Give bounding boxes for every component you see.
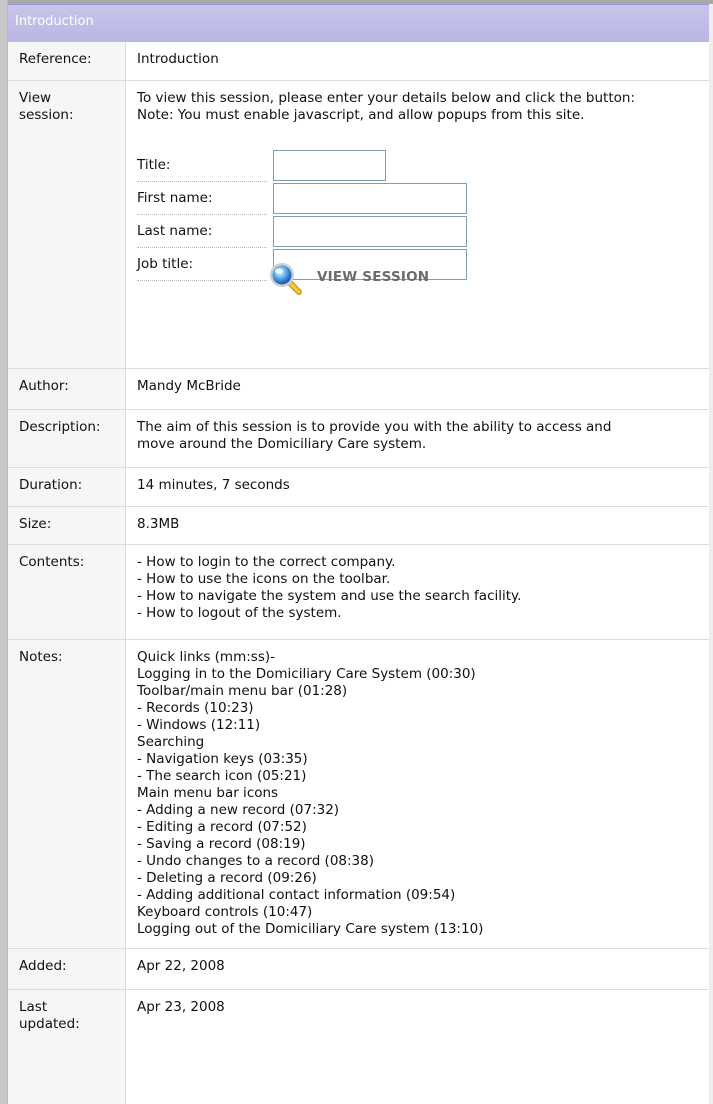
magnifier-icon (270, 263, 302, 295)
view-session-label-line1: View (19, 90, 52, 106)
size-label: Size: (8, 507, 126, 544)
row-size: Size: 8.3MB (8, 507, 709, 545)
last-updated-value: Apr 23, 2008 (137, 999, 225, 1015)
contents-item: - How to login to the correct company. (137, 554, 396, 570)
row-added: Added: Apr 22, 2008 (8, 949, 709, 990)
row-description: Description: The aim of this session is … (8, 410, 709, 468)
panel-title: Introduction (15, 14, 94, 29)
last-name-field-row: Last name: (137, 216, 267, 248)
view-session-content: To view this session, please enter your … (137, 90, 705, 360)
notes-line: - Navigation keys (03:35) (137, 751, 308, 767)
notes-line: Main menu bar icons (137, 785, 279, 801)
notes-line: - Deleting a record (09:26) (137, 870, 317, 886)
added-value: Apr 22, 2008 (137, 958, 225, 974)
notes-list: Quick links (mm:ss)- Logging in to the D… (137, 649, 705, 938)
added-label: Added: (8, 949, 126, 989)
job-title-field-label: Job title: (137, 256, 194, 272)
view-session-label-line2: session: (19, 107, 74, 123)
duration-label: Duration: (8, 468, 126, 506)
reference-label: Reference: (8, 42, 126, 80)
row-reference: Reference: Introduction (8, 42, 709, 81)
left-border (0, 0, 7, 1104)
description-value: The aim of this session is to provide yo… (137, 419, 705, 453)
description-line2: move around the Domiciliary Care system. (137, 436, 427, 452)
contents-item: - How to logout of the system. (137, 605, 342, 621)
notes-label: Notes: (8, 640, 126, 948)
title-input[interactable] (273, 150, 386, 181)
notes-line: Searching (137, 734, 205, 750)
notes-line: Quick links (mm:ss)- (137, 649, 275, 665)
view-session-button-label: VIEW SESSION (317, 269, 430, 285)
notes-line: - Undo changes to a record (08:38) (137, 853, 374, 869)
last-updated-label-line1: Last (19, 999, 48, 1015)
last-updated-label: Last updated: (8, 990, 126, 1104)
reference-value: Introduction (137, 51, 219, 67)
contents-item: - How to use the icons on the toolbar. (137, 571, 391, 587)
description-line1: The aim of this session is to provide yo… (137, 419, 612, 435)
notes-line: - The search icon (05:21) (137, 768, 307, 784)
row-view-session: View session: To view this session, plea… (8, 81, 709, 369)
session-form: Title: First name: Last name: Job title: (137, 150, 477, 281)
first-name-input[interactable] (273, 183, 467, 214)
view-session-label: View session: (8, 81, 126, 368)
title-field-row: Title: (137, 150, 267, 182)
duration-value: 14 minutes, 7 seconds (137, 477, 290, 493)
size-value: 8.3MB (137, 516, 180, 532)
row-author: Author: Mandy McBride (8, 369, 709, 410)
instruction-line1: To view this session, please enter your … (137, 90, 635, 106)
last-updated-label-line2: updated: (19, 1016, 80, 1032)
row-notes: Notes: Quick links (mm:ss)- Logging in t… (8, 640, 709, 949)
notes-line: Keyboard controls (10:47) (137, 904, 313, 920)
row-last-updated: Last updated: Apr 23, 2008 (8, 990, 709, 1104)
notes-line: - Adding a new record (07:32) (137, 802, 340, 818)
instruction-line2: Note: You must enable javascript, and al… (137, 107, 585, 123)
notes-line: - Records (10:23) (137, 700, 254, 716)
title-field-label: Title: (137, 157, 171, 173)
job-title-field-row: Job title: (137, 249, 267, 281)
notes-line: - Windows (12:11) (137, 717, 261, 733)
row-contents: Contents: - How to login to the correct … (8, 545, 709, 640)
row-duration: Duration: 14 minutes, 7 seconds (8, 468, 709, 507)
view-session-button[interactable]: VIEW SESSION (267, 260, 429, 296)
first-name-field-label: First name: (137, 190, 213, 206)
last-name-field-label: Last name: (137, 223, 213, 239)
notes-line: - Editing a record (07:52) (137, 819, 307, 835)
contents-list: - How to login to the correct company. -… (137, 554, 705, 622)
author-value: Mandy McBride (137, 378, 241, 394)
notes-line: Toolbar/main menu bar (01:28) (137, 683, 348, 699)
first-name-field-row: First name: (137, 183, 267, 215)
notes-line: - Adding additional contact information … (137, 887, 456, 903)
right-border (709, 4, 713, 1104)
panel-header: Introduction (8, 4, 709, 42)
contents-label: Contents: (8, 545, 126, 639)
author-label: Author: (8, 369, 126, 409)
session-details-panel: Introduction Reference: Introduction Vie… (0, 0, 713, 1104)
notes-line: Logging in to the Domiciliary Care Syste… (137, 666, 476, 682)
notes-line: - Saving a record (08:19) (137, 836, 306, 852)
last-name-input[interactable] (273, 216, 467, 247)
notes-line: Logging out of the Domiciliary Care syst… (137, 921, 484, 937)
description-label: Description: (8, 410, 126, 467)
contents-item: - How to navigate the system and use the… (137, 588, 522, 604)
